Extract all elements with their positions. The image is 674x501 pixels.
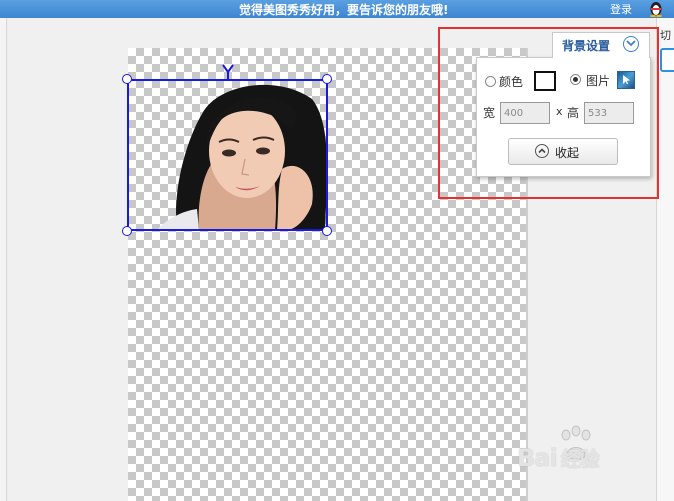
login-link[interactable]: 登录 [610, 1, 632, 17]
resize-handle-top-right[interactable] [322, 74, 332, 84]
resize-handle-bottom-left[interactable] [122, 226, 132, 236]
watermark-text: Bai 经验 [517, 444, 600, 472]
baidu-watermark: Bai 经验 [517, 425, 657, 485]
annotation-highlight-box [438, 27, 659, 199]
side-tool-button[interactable] [660, 48, 674, 72]
left-panel-edge [0, 18, 7, 501]
promo-text: 觉得美图秀秀好用，要告诉您的朋友哦! [239, 3, 449, 17]
resize-handle-top-left[interactable] [122, 74, 132, 84]
cut-label[interactable]: 切 [660, 27, 671, 43]
top-banner: 觉得美图秀秀好用，要告诉您的朋友哦! 登录 [0, 0, 674, 18]
selection-box[interactable] [127, 79, 328, 231]
resize-handle-bottom-right[interactable] [322, 226, 332, 236]
rotate-handle-icon[interactable] [222, 64, 234, 80]
